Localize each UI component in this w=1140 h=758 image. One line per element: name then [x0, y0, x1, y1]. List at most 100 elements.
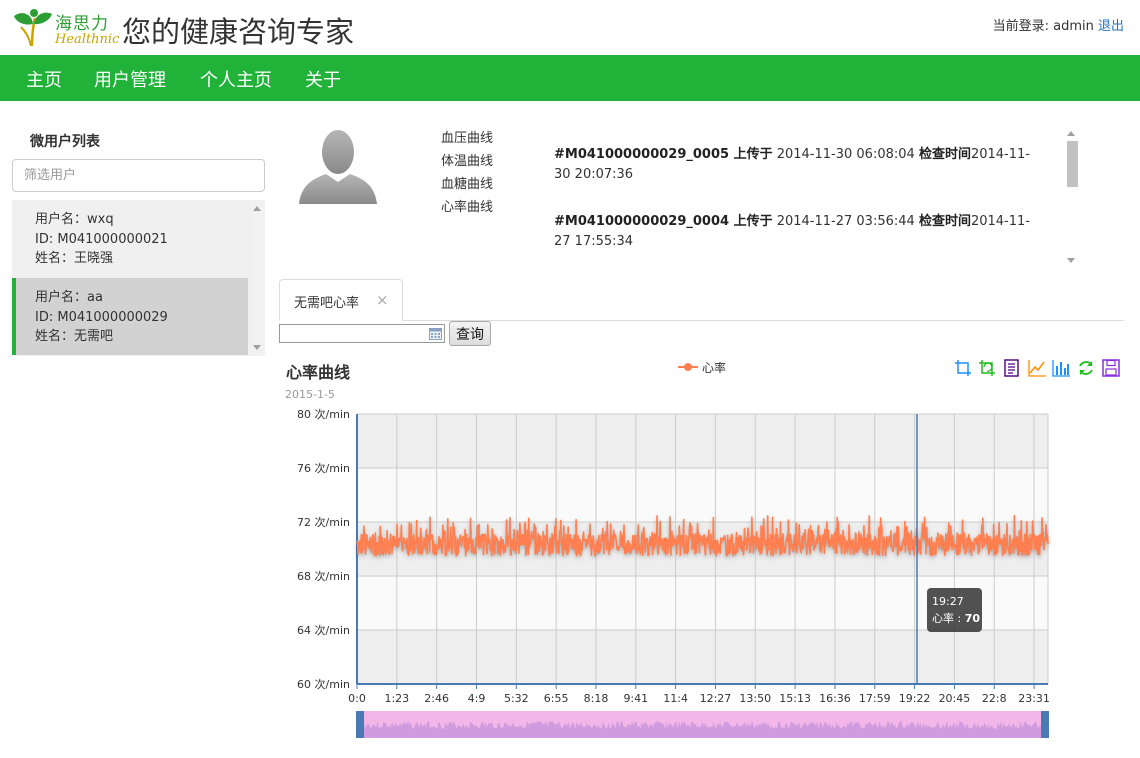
login-info: 当前登录: admin 退出 — [993, 15, 1124, 34]
save-image-icon[interactable] — [1101, 358, 1121, 378]
scroll-down-arrow-icon[interactable] — [1067, 258, 1075, 263]
tooltip-time: 19:27 — [932, 595, 964, 608]
blood-pressure-curve-link[interactable]: 血压曲线 — [441, 127, 493, 150]
data-zoom-preview — [357, 721, 1048, 738]
y-tick-label: 64 次/min — [297, 623, 350, 637]
user-id: ID: M041000000029 — [35, 309, 168, 325]
blood-sugar-curve-link[interactable]: 血糖曲线 — [441, 173, 493, 196]
y-tick-label: 76 次/min — [297, 461, 350, 475]
top-bar: 海思力 Healthnic 您的健康咨询专家 当前登录: admin 退出 — [0, 0, 1140, 55]
y-tick-label: 60 次/min — [297, 677, 350, 691]
x-tick-label: 6:55 — [544, 692, 569, 705]
records-scrollbar[interactable] — [1064, 125, 1080, 269]
scroll-up-arrow-icon[interactable] — [1067, 131, 1075, 136]
chart-tooltip: 19:27 心率 : 70 — [927, 588, 982, 632]
record-item[interactable]: #M041000000029_0005 上传于 2014-11-30 06:08… — [554, 145, 1044, 184]
data-zoom-bar — [357, 711, 1048, 738]
tab-heart-rate[interactable]: 无需吧心率 × — [279, 279, 403, 321]
record-check-label: 检查时间 — [918, 147, 971, 162]
close-icon[interactable]: × — [376, 291, 389, 309]
sidebar-title: 微用户列表 — [30, 134, 100, 150]
heart-rate-curve-link[interactable]: 心率曲线 — [441, 196, 493, 219]
calendar-icon[interactable] — [429, 327, 442, 340]
leaf-logo-icon — [14, 9, 52, 47]
restore-icon[interactable] — [1076, 358, 1096, 378]
data-zoom-handle-right[interactable] — [1041, 711, 1049, 738]
user-list-item-selected[interactable]: 用户名：aa ID: M041000000029 姓名：无需吧 — [12, 278, 248, 355]
record-code: #M041000000029_0005 上传于 — [554, 147, 773, 162]
split-area — [357, 414, 1048, 468]
user-realname: 姓名：王晓强 — [35, 251, 114, 266]
curve-links: 血压曲线 体温曲线 血糖曲线 心率曲线 — [441, 127, 493, 219]
current-login-text: 当前登录: admin — [992, 19, 1094, 34]
tooltip-value: 70 — [964, 612, 981, 625]
nav-item-user-management[interactable]: 用户管理 — [94, 66, 166, 92]
split-area — [357, 468, 1048, 522]
y-tick-label: 72 次/min — [297, 515, 350, 529]
site-tagline: 您的健康咨询专家 — [122, 15, 355, 49]
x-tick-label: 1:23 — [384, 692, 409, 705]
user-id: ID: M041000000021 — [35, 231, 168, 247]
heart-rate-chart: 60 次/min 64 次/min 68 次/min 72 次/min 76 次/min… — [297, 407, 1050, 738]
chart-tabs: 无需吧心率 × — [279, 279, 1124, 321]
x-tick-label: 17:59 — [859, 692, 891, 705]
tooltip-value-row: 心率 : 70 — [932, 610, 982, 627]
records-list: #M041000000029_0005 上传于 2014-11-30 06:08… — [554, 125, 1080, 269]
chart-subtitle: 2015-1-5 — [285, 388, 335, 401]
chart-title: 心率曲线 — [286, 363, 351, 382]
data-zoom-handle-left[interactable] — [356, 711, 364, 738]
bar-chart-icon[interactable] — [1051, 358, 1071, 378]
brand-name-en: Healthnic — [55, 32, 120, 47]
x-tick-label: 0:0 — [348, 692, 366, 705]
user-list: 用户名：wxq ID: M041000000021 姓名：王晓强 用户名：aa … — [12, 200, 265, 356]
temperature-curve-link[interactable]: 体温曲线 — [441, 150, 493, 173]
split-area — [357, 522, 1048, 576]
y-tick-label: 80 次/min — [297, 407, 350, 421]
tooltip-label: 心率 : — [932, 612, 965, 625]
x-tick-label: 19:22 — [899, 692, 931, 705]
scrollbar-thumb[interactable] — [1067, 141, 1078, 187]
data-view-icon[interactable] — [1002, 358, 1022, 378]
series-line — [356, 514, 1049, 557]
logout-link[interactable]: 退出 — [1098, 19, 1124, 34]
brand-name-cn: 海思力 — [55, 14, 109, 34]
y-tick-label: 68 次/min — [297, 569, 350, 583]
query-button[interactable]: 查询 — [449, 321, 491, 346]
nav-item-personal-page[interactable]: 个人主页 — [200, 66, 272, 92]
user-avatar-icon — [299, 130, 377, 204]
user-list-scrollbar[interactable] — [250, 200, 265, 356]
x-tick-label: 2:46 — [424, 692, 449, 705]
tab-label: 无需吧心率 — [294, 296, 360, 311]
x-tick-label: 12:27 — [700, 692, 732, 705]
x-tick-label: 11:4 — [663, 692, 688, 705]
line-chart-icon[interactable] — [1027, 358, 1047, 378]
user-username: 用户名：aa — [35, 290, 103, 305]
main-nav: 主页 用户管理 个人主页 关于 — [0, 55, 1140, 101]
record-uploaded-time: 2014-11-30 06:08:04 — [772, 147, 919, 162]
record-code: #M041000000029_0004 上传于 — [554, 214, 773, 229]
x-tick-label: 4:9 — [468, 692, 486, 705]
data-zoom-reset-icon[interactable] — [977, 358, 997, 378]
x-tick-label: 20:45 — [939, 692, 971, 705]
filter-users-input[interactable] — [12, 159, 265, 192]
split-area — [357, 630, 1048, 684]
user-realname: 姓名：无需吧 — [35, 329, 114, 344]
nav-item-about[interactable]: 关于 — [305, 66, 341, 92]
user-list-item[interactable]: 用户名：wxq ID: M041000000021 姓名：王晓强 — [12, 200, 248, 277]
x-tick-label: 9:41 — [623, 692, 648, 705]
legend-marker — [684, 363, 692, 371]
scroll-up-arrow-icon[interactable] — [253, 206, 261, 211]
nav-item-home[interactable]: 主页 — [26, 66, 62, 92]
date-input[interactable] — [279, 324, 445, 343]
x-tick-label: 13:50 — [739, 692, 771, 705]
x-tick-label: 16:36 — [819, 692, 851, 705]
record-check-label: 检查时间 — [918, 214, 971, 229]
data-zoom-icon[interactable] — [953, 358, 973, 378]
scroll-down-arrow-icon[interactable] — [253, 345, 261, 350]
x-tick-label: 8:18 — [584, 692, 609, 705]
x-tick-label: 5:32 — [504, 692, 529, 705]
legend-label: 心率 — [702, 361, 727, 375]
record-uploaded-time: 2014-11-27 03:56:44 — [772, 214, 919, 229]
record-item[interactable]: #M041000000029_0004 上传于 2014-11-27 03:56… — [554, 212, 1044, 251]
logo[interactable]: 海思力 Healthnic — [12, 8, 120, 48]
